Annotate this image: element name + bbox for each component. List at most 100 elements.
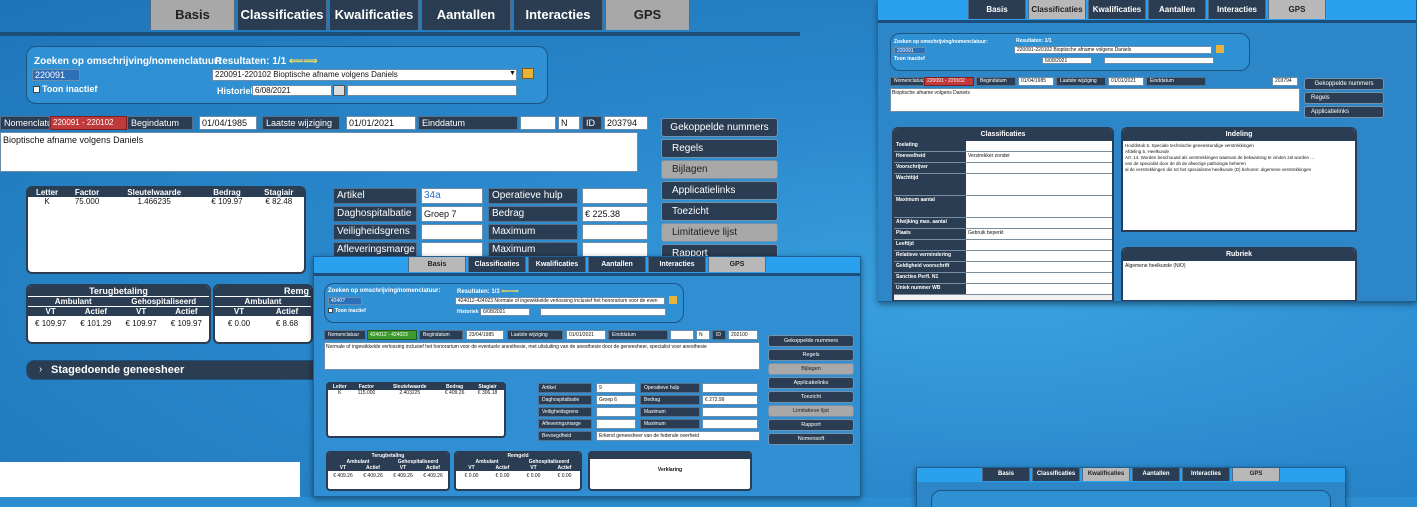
bijlagen-button[interactable]: Bijlagen bbox=[661, 160, 778, 179]
bedrag-value: € 225.38 bbox=[582, 206, 648, 222]
tab-kwalificaties-4[interactable]: Kwalificaties bbox=[1082, 468, 1130, 481]
classificatie-row: Uniek nummer WB bbox=[894, 284, 1112, 295]
begin-label-2: Begindatum bbox=[419, 330, 463, 340]
tab-kwalificaties[interactable]: Kwalificaties bbox=[329, 0, 419, 30]
kwalificaties-window: Basis Classificaties Kwalificaties Aanta… bbox=[916, 467, 1346, 507]
tab-gps[interactable]: GPS bbox=[605, 0, 690, 30]
gekoppelde-nummers-button[interactable]: Gekoppelde nummers bbox=[661, 118, 778, 137]
terugbetaling-title: Terugbetaling bbox=[28, 286, 209, 296]
side-button-7[interactable]: Nomensoft bbox=[768, 433, 854, 445]
tab-bar: Basis Classificaties Kwalificaties Aanta… bbox=[140, 0, 800, 32]
tab-gps-3[interactable]: GPS bbox=[1268, 0, 1326, 19]
actief-header: Actief bbox=[366, 465, 380, 471]
tab-classificaties[interactable]: Classificaties bbox=[237, 0, 327, 30]
applicatielinks-button-3[interactable]: Applicatielinks bbox=[1304, 106, 1384, 118]
artikel-label-2: Artikel bbox=[538, 383, 592, 393]
end-label-2: Einddatum bbox=[608, 330, 668, 340]
tab-basis-2[interactable]: Basis bbox=[408, 257, 466, 272]
result-select[interactable]: 220091-220102 Bioptische afname volgens … bbox=[212, 69, 517, 81]
history-select-2[interactable] bbox=[540, 308, 666, 316]
tab-basis-3[interactable]: Basis bbox=[968, 0, 1026, 19]
fee-group: Letter Factor Sleutelwaarde Bedrag Stagiair … bbox=[26, 186, 306, 274]
table-row[interactable]: K 115.000 2.403225 € 409.26 € 306.18 bbox=[328, 390, 504, 396]
stage-panel[interactable]: › Stagedoende geneesheer bbox=[26, 360, 326, 380]
tab-gps-4[interactable]: GPS bbox=[1232, 468, 1280, 481]
tab-interacties[interactable]: Interacties bbox=[513, 0, 603, 30]
side-button-6[interactable]: Rapport bbox=[768, 419, 854, 431]
stage-label: Stagedoende geneesheer bbox=[51, 364, 185, 376]
tab-aantallen-4[interactable]: Aantallen bbox=[1132, 468, 1180, 481]
history-date-2[interactable]: 6/08/2021 bbox=[480, 308, 530, 316]
search-input-3[interactable]: 220091 bbox=[894, 47, 926, 54]
side-button-4[interactable]: Toezicht bbox=[768, 391, 854, 403]
maximum-label-2a: Maximum bbox=[640, 407, 700, 417]
terug-value: € 109.97 bbox=[170, 319, 202, 328]
calendar-icon[interactable] bbox=[333, 85, 345, 96]
side-button-1[interactable]: Regels bbox=[768, 349, 854, 361]
dag-value: Groep 7 bbox=[421, 206, 483, 222]
classificatie-label: Leeftijd bbox=[894, 240, 966, 250]
side-button-5[interactable]: Limitatieve lijst bbox=[768, 405, 854, 417]
history-date[interactable]: 6/08/2021 bbox=[252, 85, 332, 96]
tab-gps-2[interactable]: GPS bbox=[708, 257, 766, 272]
folder-icon-2[interactable] bbox=[669, 296, 677, 304]
terug-value: € 409.26 bbox=[333, 473, 353, 479]
actief-header: Actief bbox=[557, 465, 572, 471]
table-row[interactable]: K 75.000 1.466235 € 109.97 € 82.48 bbox=[28, 197, 304, 206]
result-select-3[interactable]: 220091-220102 Bioptische afname volgens … bbox=[1014, 46, 1212, 54]
tab-classificaties-4[interactable]: Classificaties bbox=[1032, 468, 1080, 481]
classificatie-label: Voorschrijver bbox=[894, 163, 966, 173]
history-select-3[interactable] bbox=[1104, 57, 1214, 64]
begin-label-3: Begindatum bbox=[976, 77, 1016, 86]
tab-kwalificaties-2[interactable]: Kwalificaties bbox=[528, 257, 586, 272]
tab-basis[interactable]: Basis bbox=[150, 0, 235, 30]
gekoppelde-nummers-button-3[interactable]: Gekoppelde nummers bbox=[1304, 78, 1384, 90]
classificaties-title: Classificaties bbox=[894, 129, 1112, 141]
result-select-2[interactable]: 424012-424023 Normale of ingewikkelde ve… bbox=[455, 297, 665, 305]
last-change-date-2: 01/01/2021 bbox=[566, 330, 606, 340]
regels-button[interactable]: Regels bbox=[661, 139, 778, 158]
inactive-checkbox-3[interactable]: Toon inactief bbox=[894, 56, 925, 62]
toezicht-button[interactable]: Toezicht bbox=[661, 202, 778, 221]
bedrag-label-2: Bedrag bbox=[640, 395, 700, 405]
folder-icon-3[interactable] bbox=[1216, 45, 1224, 53]
applicatielinks-button[interactable]: Applicatielinks bbox=[661, 181, 778, 200]
search-input[interactable]: 220091 bbox=[32, 69, 80, 81]
tab-aantallen-2[interactable]: Aantallen bbox=[588, 257, 646, 272]
dag-label-2: Daghospitalbatie bbox=[538, 395, 592, 405]
inactive-checkbox-2[interactable]: Toon inactief bbox=[328, 308, 366, 314]
veiligheid-value-2 bbox=[596, 407, 636, 417]
side-button-3[interactable]: Applicatielinks bbox=[768, 377, 854, 389]
tab-basis-4[interactable]: Basis bbox=[982, 468, 1030, 481]
id-value-2: 202100 bbox=[728, 330, 758, 340]
maximum-label: Maximum bbox=[488, 224, 578, 240]
result-dropdown-arrow[interactable]: ▼ bbox=[509, 70, 516, 77]
classificatie-value bbox=[966, 218, 1112, 228]
remg-value: € 0.00 bbox=[227, 319, 251, 328]
history-date-3[interactable]: 6/08/2021 bbox=[1042, 57, 1092, 64]
history-select[interactable] bbox=[347, 85, 517, 96]
tab-aantallen[interactable]: Aantallen bbox=[421, 0, 511, 30]
tab-interacties-4[interactable]: Interacties bbox=[1182, 468, 1230, 481]
side-button-0[interactable]: Gekoppelde nummers bbox=[768, 335, 854, 347]
tab-aantallen-3[interactable]: Aantallen bbox=[1148, 0, 1206, 19]
classificatie-label: Toelating bbox=[894, 141, 966, 151]
search-input-2[interactable]: 4240? bbox=[328, 297, 362, 305]
nomen-code-3: 220091 - 220102 bbox=[924, 77, 974, 86]
classificatie-label: Hoeveelheid bbox=[894, 152, 966, 162]
regels-button-3[interactable]: Regels bbox=[1304, 92, 1384, 104]
end-date-2 bbox=[670, 330, 694, 340]
artikel-value-2: 9 bbox=[596, 383, 636, 393]
tab-classificaties-2[interactable]: Classificaties bbox=[468, 257, 526, 272]
inactive-checkbox[interactable]: Toon inactief bbox=[33, 84, 97, 94]
folder-icon[interactable] bbox=[522, 68, 534, 79]
tab-interacties-2[interactable]: Interacties bbox=[648, 257, 706, 272]
tab-classificaties-3[interactable]: Classificaties bbox=[1028, 0, 1086, 19]
maximum-value bbox=[582, 224, 648, 240]
tab-kwalificaties-3[interactable]: Kwalificaties bbox=[1088, 0, 1146, 19]
tab-interacties-3[interactable]: Interacties bbox=[1208, 0, 1266, 19]
side-button-2[interactable]: Bijlagen bbox=[768, 363, 854, 375]
rubriek-text: Algemene heelkunde (NIO) bbox=[1125, 263, 1186, 269]
limitatieve-lijst-button[interactable]: Limitatieve lijst bbox=[661, 223, 778, 242]
classificatie-value bbox=[966, 284, 1112, 294]
